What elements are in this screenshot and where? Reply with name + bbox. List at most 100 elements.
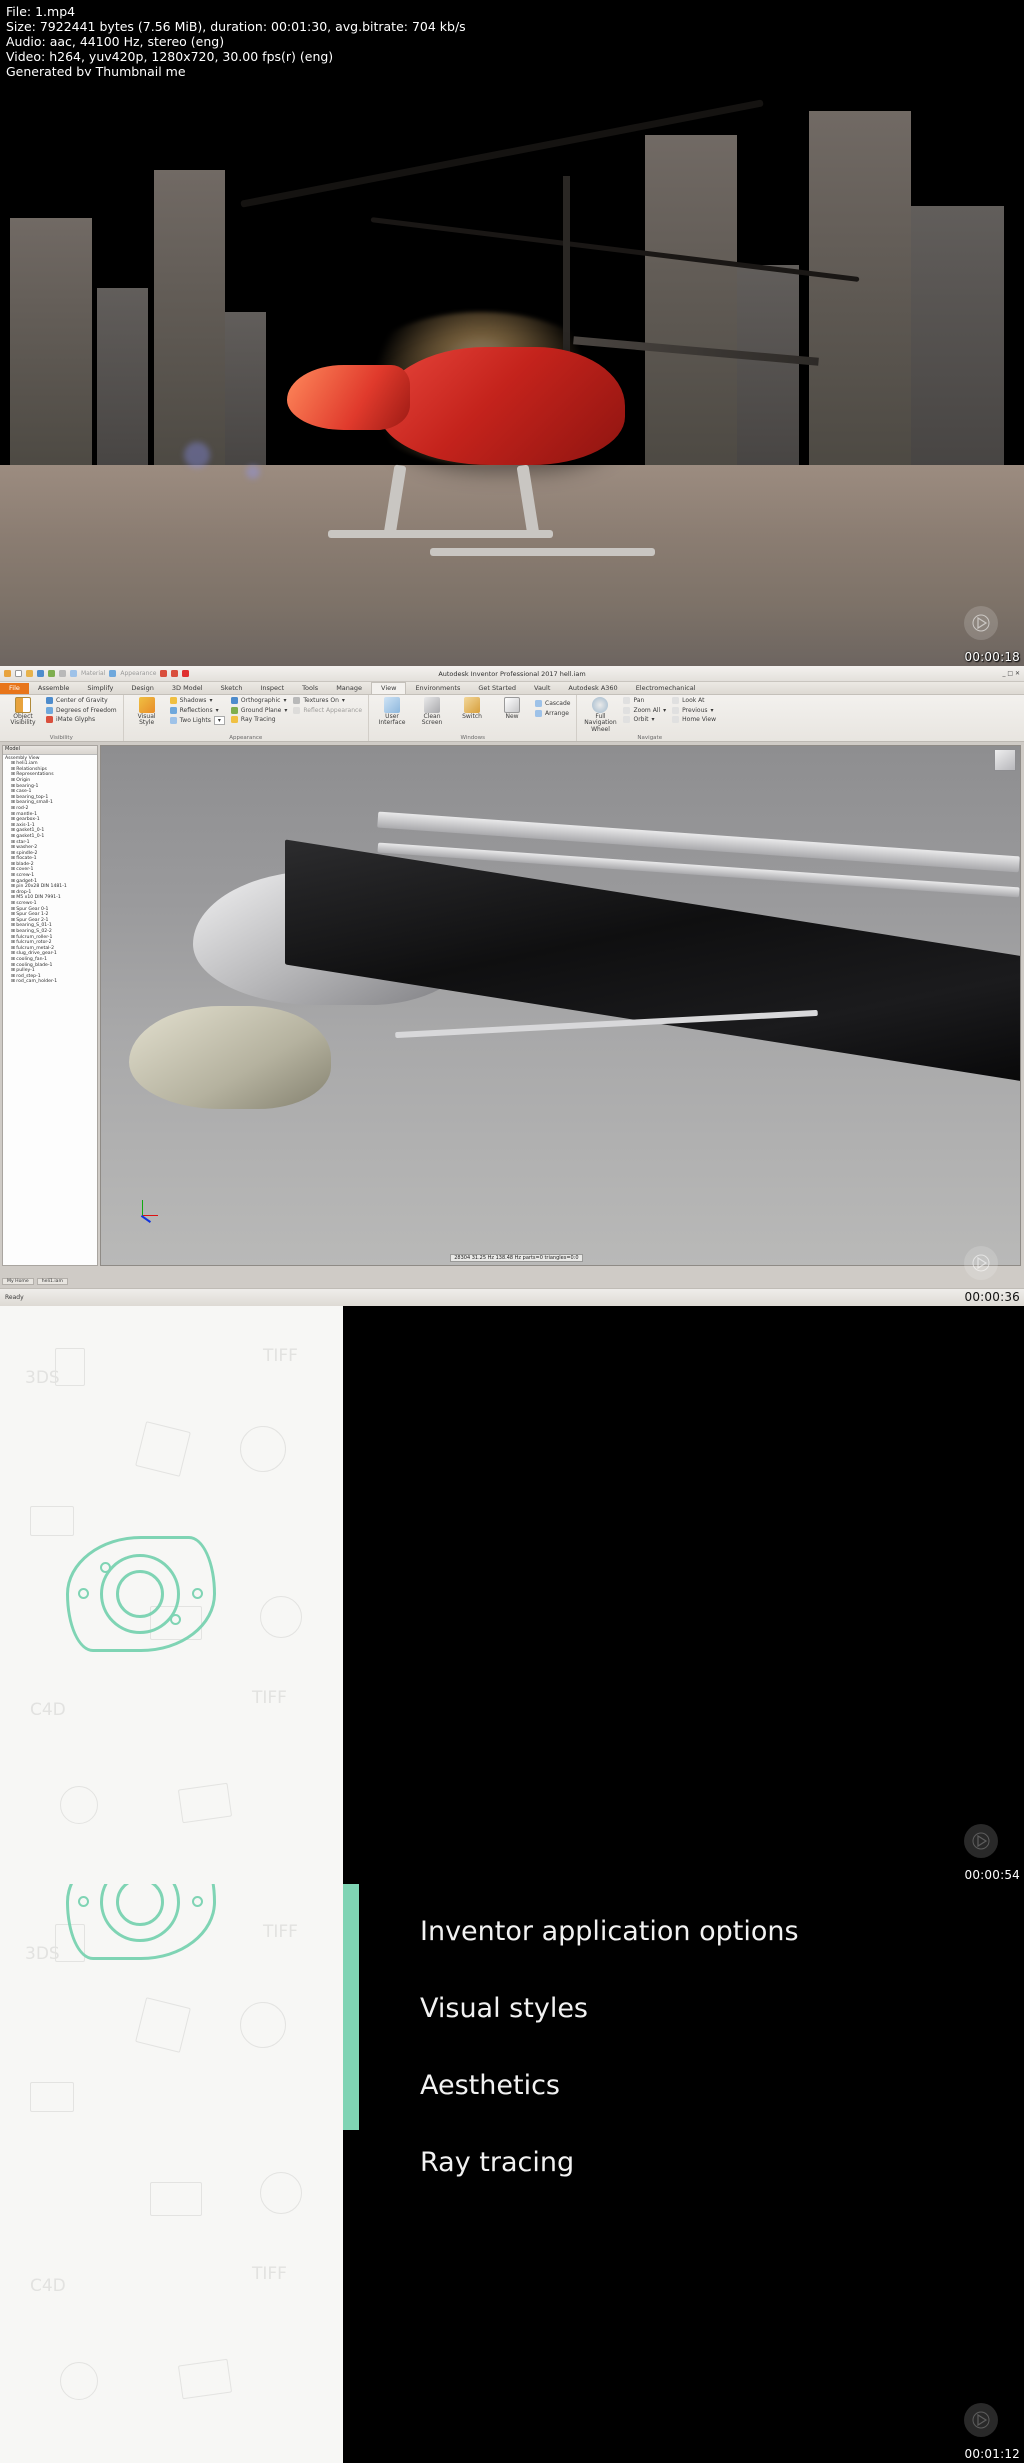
tab-file[interactable]: File <box>0 683 29 694</box>
shadows-button[interactable]: Shadows ▾ <box>169 697 225 704</box>
home-view-button[interactable]: Home View <box>672 716 716 723</box>
pan-button[interactable]: Pan <box>623 697 666 704</box>
slide-bullet-list: Inventor application options Visual styl… <box>420 1916 799 2224</box>
model-browser-panel[interactable]: Model Assembly View ⊞ heli1.iam ⊞ Relatio… <box>2 745 98 1266</box>
doc-tab-heli[interactable]: heli1.iam <box>36 1278 68 1285</box>
tab-autodesk-a360[interactable]: Autodesk A360 <box>559 683 626 694</box>
tab-electromechanical[interactable]: Electromechanical <box>627 683 705 694</box>
tab-sketch[interactable]: Sketch <box>212 683 252 694</box>
material-selector[interactable]: Material <box>81 670 105 677</box>
redo-icon[interactable] <box>59 670 66 677</box>
pattern-shape <box>135 1421 191 1477</box>
pattern-shape <box>55 1348 85 1386</box>
lighting-icon <box>169 717 177 724</box>
tab-design[interactable]: Design <box>122 683 162 694</box>
undo-icon[interactable] <box>48 670 55 677</box>
thumbnail-4[interactable]: 3DS TIFF C4D TIFF Inventor application o… <box>0 1884 1024 2463</box>
shadows-icon <box>169 697 177 704</box>
ribbon-group-navigate: Full Navigation Wheel Pan Zoom All ▾ Orbi… <box>577 695 722 741</box>
look-at-icon <box>672 697 680 704</box>
landing-skid-rail <box>327 530 553 538</box>
browser-tree[interactable]: ⊞ heli1.iam ⊞ Relationships ⊞ Representati… <box>5 761 95 985</box>
tab-simplify[interactable]: Simplify <box>78 683 122 694</box>
slide-accent-bar <box>343 1884 359 2130</box>
pattern-glyph-tiff: TIFF <box>263 1346 298 1366</box>
object-visibility-icon <box>15 697 31 713</box>
tab-inspect[interactable]: Inspect <box>252 683 294 694</box>
appearance-selector[interactable]: Appearance <box>120 670 156 677</box>
ground-plane <box>0 465 1024 666</box>
orbit-icon <box>623 716 631 723</box>
tab-3d-model[interactable]: 3D Model <box>163 683 212 694</box>
zoom-all-button[interactable]: Zoom All ▾ <box>623 706 666 714</box>
tab-get-started[interactable]: Get Started <box>469 683 525 694</box>
tab-view[interactable]: View <box>371 682 407 694</box>
ribbon-group-navigate-caption: Navigate <box>637 735 663 741</box>
material-swatch-icon[interactable] <box>109 670 117 677</box>
degrees-of-freedom-button[interactable]: Degrees of Freedom <box>46 706 117 714</box>
imate-glyphs-button[interactable]: iMate Glyphs <box>46 716 117 723</box>
window-controls[interactable]: _ □ ✕ <box>1002 670 1020 677</box>
thumbnail-timestamp: 00:00:54 <box>964 1868 1020 1882</box>
arrange-button[interactable]: Arrange <box>535 709 570 717</box>
arrange-icon <box>535 709 543 717</box>
ground-plane-button[interactable]: Ground Plane ▾ <box>230 706 287 714</box>
look-at-button[interactable]: Look At <box>672 697 716 704</box>
thumbnail-2[interactable]: Material Appearance Autodesk Inventor Pr… <box>0 666 1024 1306</box>
browser-tree-item[interactable]: ⊞ rod_cam_holder-1 <box>5 979 95 985</box>
tab-assemble[interactable]: Assemble <box>29 683 78 694</box>
tab-manage[interactable]: Manage <box>327 683 371 694</box>
pattern-shape <box>150 2182 202 2216</box>
save-icon[interactable] <box>37 670 44 677</box>
info-line-size: Size: 7922441 bytes (7.56 MiB), duration… <box>6 19 466 34</box>
full-navigation-wheel-label: Full Navigation Wheel <box>584 713 617 733</box>
two-lights-dropdown[interactable]: Two Lights ▾ <box>169 716 225 725</box>
landing-skid-rail <box>430 548 656 556</box>
tab-tools[interactable]: Tools <box>293 683 327 694</box>
viewport-stats: 28304 31.25 Hz 138.48 Hz parts=0 triangl… <box>450 1254 583 1262</box>
center-of-gravity-label: Center of Gravity <box>56 697 108 704</box>
pattern-glyph-tiff-4: TIFF <box>252 2264 287 2284</box>
switch-label: Switch <box>462 713 482 720</box>
doc-tab-my-home[interactable]: My Home <box>2 1278 34 1285</box>
zoom-icon <box>623 706 631 714</box>
play-overlay-icon <box>964 2403 998 2437</box>
previous-view-button[interactable]: Previous ▾ <box>672 706 716 714</box>
document-tab-bar[interactable]: My Home heli1.iam <box>2 1277 68 1286</box>
reflections-button[interactable]: Reflections ▾ <box>169 706 225 714</box>
textures-on-button[interactable]: Textures On ▾ <box>293 697 362 704</box>
open-icon[interactable] <box>26 670 33 677</box>
play-overlay-icon <box>964 606 998 640</box>
view-cube[interactable] <box>994 749 1016 771</box>
cascade-button[interactable]: Cascade <box>535 700 570 707</box>
help-plus-icon[interactable] <box>182 670 190 677</box>
appearance-swatch-icon[interactable] <box>160 670 168 677</box>
orthographic-button[interactable]: Orthographic ▾ <box>230 697 287 704</box>
3d-viewport[interactable]: 28304 31.25 Hz 138.48 Hz parts=0 triangl… <box>100 745 1021 1266</box>
imate-glyphs-icon <box>46 716 53 723</box>
orbit-button[interactable]: Orbit ▾ <box>623 716 666 723</box>
new-icon[interactable] <box>15 670 22 677</box>
tab-vault[interactable]: Vault <box>525 683 559 694</box>
pan-label: Pan <box>633 697 645 704</box>
inventor-quick-access-toolbar[interactable]: Material Appearance Autodesk Inventor Pr… <box>0 666 1024 682</box>
thumbnail-3[interactable]: 3DS TIFF C4D TIFF 00:00:54 <box>0 1306 1024 1884</box>
slide-item-1: Inventor application options <box>420 1916 799 1947</box>
thumbnail-timestamp: 00:00:36 <box>964 1290 1020 1304</box>
ribbon-group-appearance-caption: Appearance <box>229 735 263 741</box>
orthographic-icon <box>230 697 238 704</box>
thumbnail-timestamp: 00:00:18 <box>964 650 1020 664</box>
visual-style-label: Visual Style <box>137 713 156 727</box>
center-of-gravity-button[interactable]: Center of Gravity <box>46 697 117 704</box>
center-of-gravity-icon <box>46 697 53 704</box>
ribbon-group-windows-caption: Windows <box>460 735 486 741</box>
inventor-ribbon-tabs[interactable]: File Assemble Simplify Design 3D Model S… <box>0 682 1024 695</box>
tab-environments[interactable]: Environments <box>406 683 469 694</box>
user-interface-label: User Interface <box>378 713 406 727</box>
inventor-ribbon[interactable]: Object Visibility Center of Gravity Degr… <box>0 695 1024 742</box>
home-view-icon <box>672 716 680 723</box>
thumbnail-1[interactable]: 00:00:18 <box>0 76 1024 666</box>
ray-tracing-button[interactable]: Ray Tracing <box>230 716 287 723</box>
adjust-icon[interactable] <box>171 670 179 677</box>
home-icon[interactable] <box>70 670 77 677</box>
